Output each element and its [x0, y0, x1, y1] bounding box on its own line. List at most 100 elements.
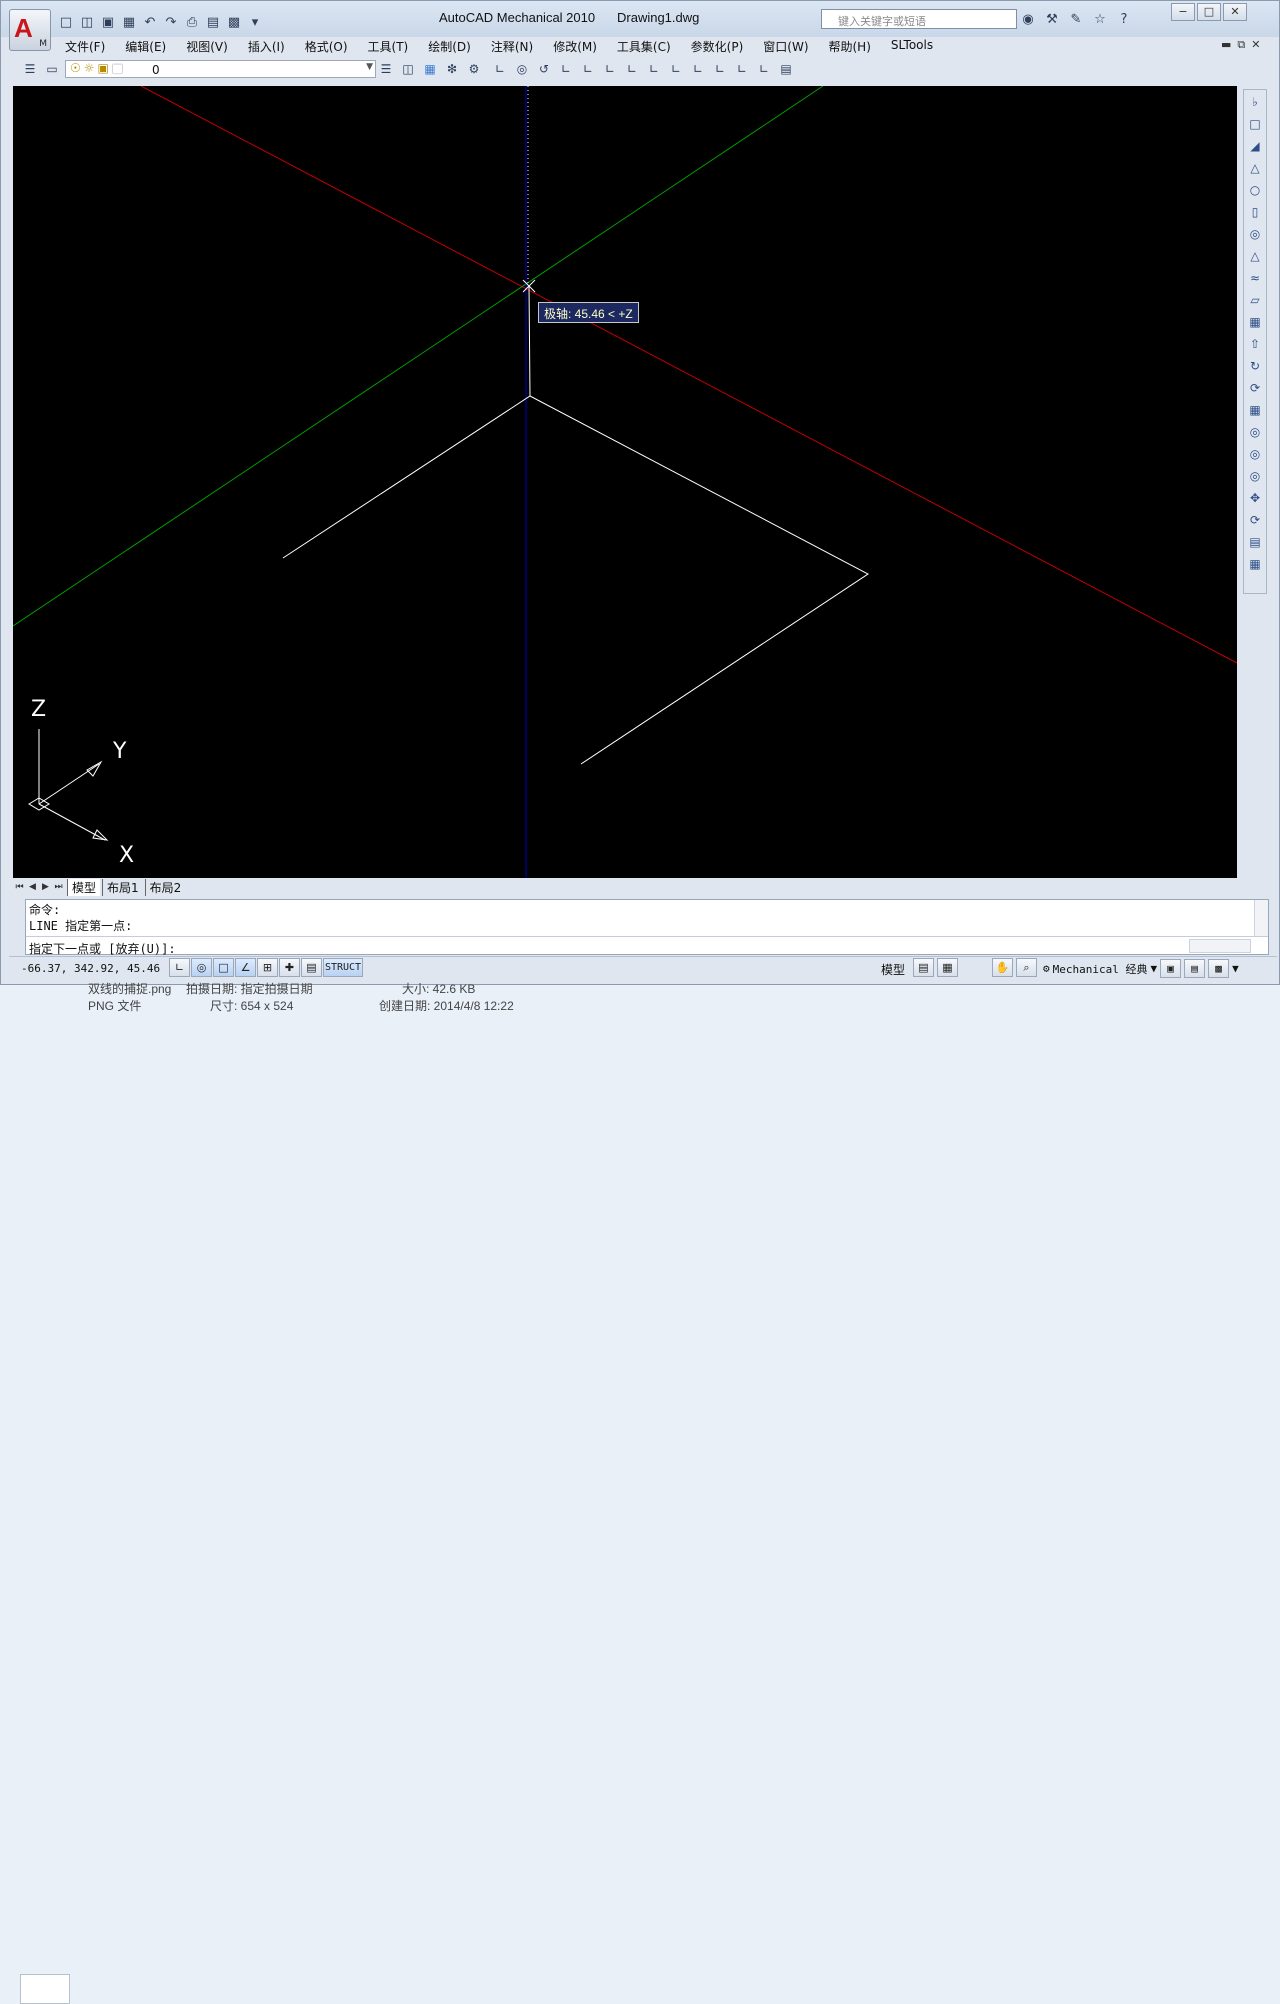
sun-icon[interactable]: ☼ [84, 61, 95, 75]
box-icon[interactable]: □ [1245, 114, 1265, 134]
menu-toolsets[interactable]: 工具集(C) [607, 37, 681, 55]
ucs-object-icon[interactable]: ∟ [579, 60, 597, 78]
color-swatch-icon[interactable]: ■ [112, 61, 123, 75]
ucs-y-rotate-icon[interactable]: ∟ [711, 60, 729, 78]
drawing-viewport[interactable]: Z Y X [13, 86, 1237, 878]
quick-view-layouts-icon[interactable]: ▤ [913, 958, 934, 977]
communication-icon[interactable]: ✎ [1067, 10, 1085, 28]
ucs-world-icon[interactable]: ◎ [513, 60, 531, 78]
menu-format[interactable]: 格式(O) [295, 37, 358, 55]
workspace-switcher[interactable]: ⚙ Mechanical 经典 ▼ ▣ ▤ ▩ ▼ [1043, 959, 1239, 978]
subtract-icon[interactable]: ◎ [1245, 444, 1265, 464]
layer-match-icon[interactable]: ⚙ [465, 60, 483, 78]
ucs-origin-icon[interactable]: ∟ [623, 60, 641, 78]
layer-properties-icon[interactable]: ☰ [21, 60, 39, 78]
quick-view-drawings-icon[interactable]: ▦ [937, 958, 958, 977]
infer-constraints-icon[interactable]: ∟ [169, 958, 190, 977]
plot-icon[interactable]: ⎙ [183, 13, 201, 31]
subscription-icon[interactable]: ⚒ [1043, 10, 1061, 28]
ucs-z-rotate-icon[interactable]: ∟ [733, 60, 751, 78]
solid-box-icon[interactable]: ▦ [421, 60, 439, 78]
coordinate-readout[interactable]: -66.37, 342.92, 45.46 [21, 962, 160, 975]
pan-icon[interactable]: ✋ [992, 958, 1013, 977]
command-scrollbar[interactable] [1254, 900, 1268, 936]
layer-walk-icon[interactable]: ❇ [443, 60, 461, 78]
named-ucs-icon[interactable]: ▤ [777, 60, 795, 78]
command-prompt[interactable]: 指定下一点或 [放弃(U)]: [29, 940, 176, 957]
prev-tab-icon[interactable]: ◀ [26, 882, 39, 892]
union-icon[interactable]: ◎ [1245, 422, 1265, 442]
menu-edit[interactable]: 编辑(E) [115, 37, 176, 55]
hardware-acceleration-icon[interactable]: ▤ [1184, 959, 1206, 978]
close-button[interactable]: ✕ [1223, 3, 1247, 21]
intersect-icon[interactable]: ◎ [1245, 466, 1265, 486]
menu-insert[interactable]: 插入(I) [238, 37, 295, 55]
ucs-x-rotate-icon[interactable]: ∟ [689, 60, 707, 78]
new-icon[interactable]: □ [57, 13, 75, 31]
help-icon[interactable]: ? [1115, 10, 1133, 28]
grid-display-icon[interactable]: □ [213, 958, 234, 977]
menu-annotate[interactable]: 注释(N) [481, 37, 543, 55]
cone-icon[interactable]: △ [1245, 158, 1265, 178]
next-tab-icon[interactable]: ▶ [39, 882, 52, 892]
clean-screen-icon[interactable]: ▩ [1208, 959, 1230, 978]
ucs-view-icon[interactable]: ∟ [601, 60, 619, 78]
object-snap-icon[interactable]: ⊞ [257, 958, 278, 977]
chevron-down-icon[interactable]: ▼ [366, 62, 373, 72]
menu-tools[interactable]: 工具(T) [358, 37, 419, 55]
tab-layout1[interactable]: 布局1 [102, 878, 143, 896]
status-menu-icon[interactable]: ▼ [1232, 962, 1239, 975]
3d-rotate-icon[interactable]: ⟳ [1245, 510, 1265, 530]
menu-parametric[interactable]: 参数化(P) [681, 37, 754, 55]
doc-minimize-icon[interactable]: ▬ [1221, 38, 1231, 52]
menu-file[interactable]: 文件(F) [55, 37, 115, 55]
cylinder-icon[interactable]: ▯ [1245, 202, 1265, 222]
menu-help[interactable]: 帮助(H) [819, 37, 881, 55]
tab-layout2[interactable]: 布局2 [144, 878, 186, 896]
wedge-icon[interactable]: ◢ [1245, 136, 1265, 156]
zoom-icon[interactable]: ⌕ [1016, 958, 1037, 977]
command-horizontal-scrollbar[interactable] [1189, 939, 1251, 953]
struct-toggle[interactable]: STRUCT [323, 958, 363, 977]
open-icon[interactable]: ◫ [78, 13, 96, 31]
ucs-3point-icon[interactable]: ∟ [667, 60, 685, 78]
search-input[interactable]: 键入关键字或短语 [821, 9, 1017, 29]
favorites-star-icon[interactable]: ☆ [1091, 10, 1109, 28]
layer-isolate-icon[interactable]: ◫ [399, 60, 417, 78]
presspull-icon[interactable]: ⇧ [1245, 334, 1265, 354]
lock-icon[interactable]: ▣ [98, 61, 109, 75]
maximize-button[interactable]: □ [1197, 3, 1221, 21]
sweep-icon[interactable]: ↻ [1245, 356, 1265, 376]
first-tab-icon[interactable]: ⏮ [13, 882, 26, 892]
menu-sltools[interactable]: SLTools [881, 37, 943, 55]
3d-align-icon[interactable]: ▤ [1245, 532, 1265, 552]
undo-icon[interactable]: ↶ [141, 13, 159, 31]
torus-icon[interactable]: ◎ [1245, 224, 1265, 244]
ucs-icon[interactable]: ∟ [491, 60, 509, 78]
layer-dropdown[interactable]: ☉ ☼ ▣ ■ 0 ▼ [65, 60, 376, 78]
doc-restore-icon[interactable]: ⧉ [1237, 38, 1245, 52]
sphere-icon[interactable]: ○ [1245, 180, 1265, 200]
command-window[interactable]: 命令: LINE 指定第一点: 指定下一点或 [放弃(U)]: [25, 899, 1269, 957]
menu-view[interactable]: 视图(V) [176, 37, 238, 55]
menu-modify[interactable]: 修改(M) [543, 37, 607, 55]
properties-icon[interactable]: ▩ [225, 13, 243, 31]
doc-close-icon[interactable]: ✕ [1251, 38, 1260, 52]
planar-surface-icon[interactable]: ▱ [1245, 290, 1265, 310]
helix-icon[interactable]: ≈ [1245, 268, 1265, 288]
save-icon[interactable]: ▦ [120, 13, 138, 31]
extrude-icon[interactable]: ▦ [1245, 312, 1265, 332]
toolbar-lock-icon[interactable]: ▣ [1160, 959, 1182, 978]
snap-mode-icon[interactable]: ◎ [191, 958, 212, 977]
minimize-button[interactable]: − [1171, 3, 1195, 21]
3d-array-icon[interactable]: ▦ [1245, 554, 1265, 574]
polar-tracking-icon[interactable]: ∠ [235, 958, 256, 977]
ucs-apply-icon[interactable]: ∟ [755, 60, 773, 78]
layer-previous-icon[interactable]: ☰ [377, 60, 395, 78]
revolve-icon[interactable]: ⟳ [1245, 378, 1265, 398]
bulb-icon[interactable]: ☉ [70, 61, 81, 75]
polysolid-icon[interactable]: ♭ [1245, 92, 1265, 112]
lineweight-icon[interactable]: ▤ [301, 958, 322, 977]
ucs-previous-icon[interactable]: ↺ [535, 60, 553, 78]
pyramid-icon[interactable]: △ [1245, 246, 1265, 266]
